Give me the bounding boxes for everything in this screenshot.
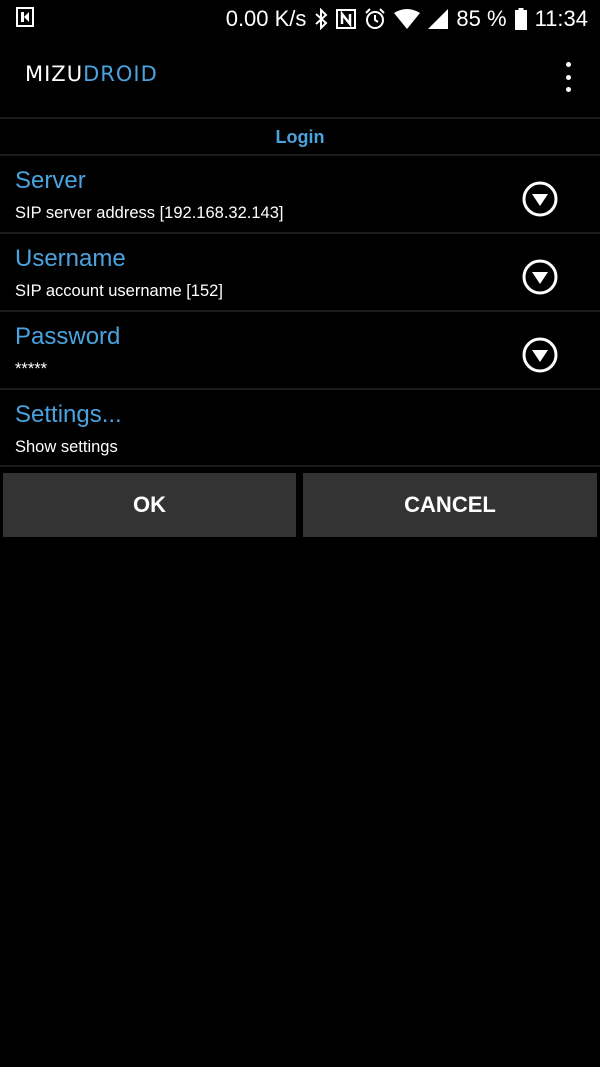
dropdown-circle-icon[interactable] <box>522 337 558 373</box>
app-logo: MIZUDROID <box>25 64 158 85</box>
ok-button[interactable]: OK <box>3 473 296 537</box>
wifi-icon <box>394 9 421 29</box>
pref-password[interactable]: Password ***** <box>0 313 600 389</box>
pref-server[interactable]: Server SIP server address [192.168.32.14… <box>0 157 600 233</box>
divider <box>0 388 600 390</box>
pref-password-summary: ***** <box>15 360 48 378</box>
divider <box>0 310 600 312</box>
app-notification-icon <box>16 7 34 27</box>
divider <box>0 465 600 467</box>
section-header-login: Login <box>275 127 325 147</box>
dropdown-circle-icon[interactable] <box>522 181 558 217</box>
pref-settings-summary: Show settings <box>15 438 118 456</box>
signal-icon <box>428 9 449 29</box>
pref-username-summary: SIP account username [152] <box>15 282 223 300</box>
network-speed: 0.00 K/s <box>225 6 307 31</box>
clock: 11:34 <box>534 6 588 31</box>
pref-settings-title: Settings... <box>15 401 122 428</box>
dropdown-circle-icon[interactable] <box>522 259 558 295</box>
logo-text-droid: DROID <box>83 62 158 86</box>
pref-password-title: Password <box>15 323 121 350</box>
overflow-dot <box>565 62 571 67</box>
overflow-dot <box>565 87 571 92</box>
pref-username[interactable]: Username SIP account username [152] <box>0 235 600 311</box>
alarm-icon <box>364 8 386 30</box>
divider <box>0 154 600 156</box>
app-bar: MIZUDROID <box>0 40 600 116</box>
overflow-dot <box>565 74 571 80</box>
pref-username-title: Username <box>15 245 126 272</box>
nfc-icon <box>336 9 357 29</box>
battery-percent: 85 % <box>456 6 507 31</box>
battery-icon <box>514 8 527 30</box>
pref-settings[interactable]: Settings... Show settings <box>0 391 600 467</box>
status-bar: 0.00 K/s 85 % 11:34 <box>0 0 600 38</box>
pref-server-title: Server <box>15 167 86 194</box>
logo-text-mizu: MIZU <box>25 62 84 86</box>
pref-server-summary: SIP server address [192.168.32.143] <box>15 204 284 222</box>
more-vert-icon[interactable] <box>556 62 580 92</box>
bluetooth-icon <box>314 8 328 30</box>
divider <box>0 232 600 234</box>
divider <box>0 117 600 119</box>
status-indicators: 0.00 K/s 85 % 11:34 <box>226 0 588 38</box>
cancel-button[interactable]: CANCEL <box>303 473 597 537</box>
